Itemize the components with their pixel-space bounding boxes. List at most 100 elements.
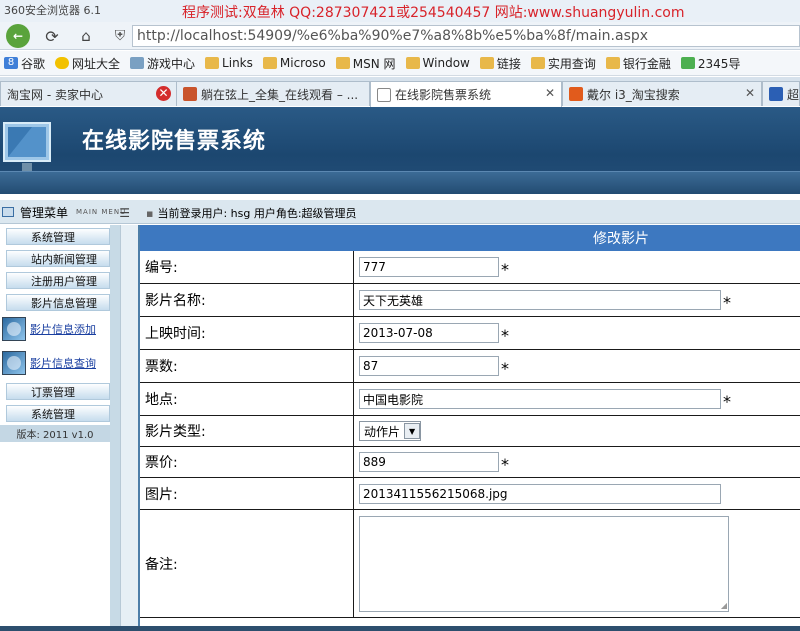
menu-icon (2, 207, 14, 217)
sidebar-link-label[interactable]: 影片信息查询 (30, 355, 96, 371)
field-label: 编号: (140, 251, 354, 283)
location-input[interactable] (359, 389, 721, 409)
favorite-label: Links (222, 56, 253, 70)
field-label: 地点: (140, 383, 354, 415)
sidebar-item-system[interactable]: 系统管理 (6, 228, 110, 245)
favorite-item[interactable]: 实用查询 (530, 55, 596, 72)
home-button[interactable]: ⌂ (74, 24, 98, 48)
image-input[interactable] (359, 483, 721, 504)
required-mark: * (501, 359, 509, 378)
favorite-label: Window (422, 56, 470, 70)
login-info: ▪ 当前登录用户: hsg 用户角色:超级管理员 (146, 205, 357, 221)
favorite-item[interactable]: Window (405, 56, 470, 70)
favorite-label: MSN 网 (352, 56, 396, 71)
favorite-label: 网址大全 (72, 56, 121, 71)
movie-name-input[interactable] (359, 290, 721, 310)
movie-add-icon (2, 317, 26, 341)
browser-titlebar: 360安全浏览器 6.1 程序测试:双鱼林 QQ:287307421或25454… (0, 0, 800, 22)
favorite-item[interactable]: 网址大全 (55, 55, 120, 72)
form-row-id: 编号: * (140, 251, 800, 284)
ticket-count-input[interactable] (359, 356, 499, 376)
release-date-input[interactable] (359, 323, 499, 343)
folder-icon (530, 57, 545, 69)
form-title: 修改影片 (140, 225, 800, 251)
favorite-item[interactable]: 8 谷歌 (4, 55, 45, 72)
field-label: 影片名称: (140, 284, 354, 316)
sidebar-item-news[interactable]: 站内新闻管理 (6, 250, 110, 267)
taobao-icon (569, 87, 583, 101)
security-button[interactable]: ⛨ (108, 24, 132, 48)
sidebar-subitem-add-movie[interactable]: 影片信息添加 (2, 315, 108, 343)
promo-text: 程序测试:双鱼林 QQ:287307421或254540457 网站:www.s… (182, 5, 685, 21)
close-icon[interactable]: ✕ (545, 86, 555, 100)
folder-icon (479, 57, 494, 69)
favorite-item[interactable]: MSN 网 (335, 55, 396, 72)
site-icon (680, 57, 695, 69)
sidebar-item-movies[interactable]: 影片信息管理 (6, 294, 110, 311)
price-input[interactable] (359, 452, 499, 472)
field-label: 票价: (140, 447, 354, 477)
back-button[interactable]: ← (6, 24, 30, 48)
field-label: 上映时间: (140, 317, 354, 349)
site-icon (183, 87, 197, 101)
collapse-icon[interactable]: ☰ (119, 206, 130, 220)
shield-icon: ⛨ (114, 28, 126, 44)
required-mark: * (501, 326, 509, 345)
sidebar-item-label: 影片信息管理 (31, 296, 97, 310)
page-icon (377, 87, 391, 102)
favorite-item[interactable]: 游戏中心 (130, 55, 195, 72)
tab-cinema-system[interactable]: 在线影院售票系统 ✕ (370, 81, 562, 107)
favorite-label: 谷歌 (21, 56, 46, 71)
field-value: * (355, 317, 800, 349)
tab-label: 躺在弦上_全集_在线观看 – ... (201, 87, 359, 102)
field-label: 票数: (140, 350, 354, 382)
close-icon[interactable]: ✕ (745, 86, 755, 100)
favorite-item[interactable]: Microso (262, 56, 326, 70)
folder-icon (262, 57, 277, 69)
sidebar-item-label: 系统管理 (31, 230, 75, 244)
favorite-item[interactable]: 2345导 (680, 55, 740, 72)
sidebar-item-orders[interactable]: 订票管理 (6, 383, 110, 400)
sidebar-divider[interactable] (110, 225, 120, 631)
navigation-bar: ← ⟳ ⌂ ⛨ (0, 22, 800, 50)
favorite-label: 游戏中心 (147, 56, 196, 71)
favorite-item[interactable]: 银行金融 (605, 55, 671, 72)
tab-taobao-seller[interactable]: 淘宝网 - 卖家中心 ✕ (0, 81, 178, 106)
tab-bar: 淘宝网 - 卖家中心 ✕ 躺在弦上_全集_在线观看 – ... 在线影院售票系统… (0, 77, 800, 107)
sidebar-item-label: 订票管理 (31, 385, 75, 399)
sidebar-link-label[interactable]: 影片信息添加 (30, 321, 96, 337)
tab-label: 淘宝网 - 卖家中心 (7, 87, 103, 102)
field-value: ◢ (355, 510, 800, 617)
movie-type-select[interactable]: 动作片 ▼ (359, 421, 422, 441)
refresh-button[interactable]: ⟳ (40, 24, 64, 48)
info-bar: 管理菜单 MAIN MENU ☰ ▪ 当前登录用户: hsg 用户角色:超级管理员 (0, 200, 800, 224)
tab-overflow[interactable]: 超级 (762, 81, 800, 106)
field-label: 备注: (140, 510, 354, 617)
favorite-item[interactable]: 链接 (479, 55, 521, 72)
note-textarea[interactable]: ◢ (359, 515, 729, 612)
form-row-name: 影片名称: * (140, 284, 800, 317)
field-value: * (355, 447, 800, 477)
selected-value: 动作片 (364, 424, 401, 439)
game-icon (130, 57, 145, 69)
address-bar[interactable] (132, 25, 800, 47)
form-row-note: 备注: ◢ (140, 510, 800, 618)
favorite-label: 链接 (496, 56, 521, 71)
tab-dell-search[interactable]: 戴尔 i3_淘宝搜索 ✕ (562, 81, 762, 106)
tab-video[interactable]: 躺在弦上_全集_在线观看 – ... (176, 81, 370, 106)
chevron-down-icon[interactable]: ▼ (404, 423, 421, 439)
resize-grip-icon[interactable]: ◢ (721, 601, 727, 610)
form-row-image: 图片: (140, 478, 800, 510)
sidebar-item-system-2[interactable]: 系统管理 (6, 405, 110, 422)
web-directory-icon (55, 57, 70, 69)
movie-id-input[interactable] (359, 257, 499, 277)
favorite-label: Microso (279, 56, 326, 70)
close-icon[interactable]: ✕ (156, 86, 171, 101)
sidebar-gutter (120, 225, 138, 631)
version-label: 版本: 2011 v1.0 (0, 425, 110, 442)
url-input[interactable] (133, 26, 799, 46)
favorite-label: 实用查询 (547, 56, 596, 71)
favorite-item[interactable]: Links (205, 56, 253, 70)
sidebar-subitem-query-movie[interactable]: 影片信息查询 (2, 349, 108, 377)
sidebar-item-users[interactable]: 注册用户管理 (6, 272, 110, 289)
